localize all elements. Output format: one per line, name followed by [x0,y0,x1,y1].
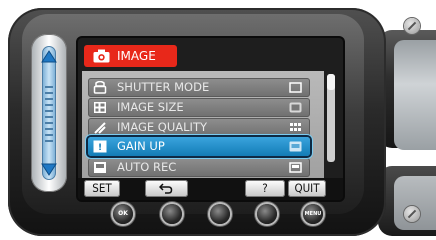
slider-ridge [45,104,53,106]
quit-button[interactable]: QUIT [288,180,326,197]
single-shot-icon [289,82,302,93]
menu-title: IMAGE [117,49,156,63]
arrow-down-icon[interactable] [41,162,57,176]
quality-value-icon [290,123,301,131]
arrow-up-icon[interactable] [41,50,57,64]
slider-ridge [45,128,53,130]
lcd-screen: IMAGE SHUTTER MODE IMAGE SIZE IMAGE QUAL… [78,38,343,200]
shutter-mode-icon [93,81,107,94]
menu-item-label: AUTO REC [117,160,177,174]
menu-item-image-quality[interactable]: IMAGE QUALITY [88,118,310,137]
scrollbar-thumb[interactable] [327,74,335,90]
auto-rec-icon [94,162,106,173]
screw-icon [404,18,420,34]
slider-ridge [45,116,53,118]
menu-item-gain-up[interactable]: ! GAIN UP [88,137,310,156]
hardware-button-3[interactable] [210,204,230,224]
menu-item-label: IMAGE QUALITY [117,120,207,134]
size-value-icon [289,102,302,113]
touch-slider[interactable] [31,34,67,192]
ok-button[interactable]: OK [113,204,133,224]
slider-ridge [45,98,53,100]
menu-title-tab: IMAGE [84,45,177,67]
menu-item-image-size[interactable]: IMAGE SIZE [88,98,310,117]
gain-up-icon: ! [93,140,107,153]
image-size-icon [94,102,106,113]
hinge-rim-top [394,40,436,150]
menu-item-shutter-mode[interactable]: SHUTTER MODE [88,78,310,97]
menu-item-label: SHUTTER MODE [117,80,210,94]
auto-rec-value-icon [289,162,302,173]
hinge-rim-bottom [394,176,436,230]
slider-ridge [45,140,53,142]
ok-label: OK [118,210,128,217]
menu-item-auto-rec[interactable]: AUTO REC [88,158,310,177]
hardware-button-2[interactable] [162,204,182,224]
hardware-button-4[interactable] [257,204,277,224]
screw-icon [404,206,420,222]
touch-button-bar: SET ? QUIT [78,178,343,200]
camcorder-panel: IMAGE SHUTTER MODE IMAGE SIZE IMAGE QUAL… [0,0,436,240]
menu-scrollbar[interactable] [327,74,335,162]
svg-text:!: ! [98,143,102,153]
gain-value-icon [289,141,302,152]
slider-ridge [45,92,53,94]
slider-ridge [45,122,53,124]
menu-button[interactable]: MENU [303,204,323,224]
slider-track[interactable] [42,46,56,180]
return-arrow-icon [159,183,173,194]
menu-item-label: IMAGE SIZE [117,100,184,114]
camera-icon [93,49,110,63]
quality-icon [94,122,106,134]
slider-ridge [45,86,53,88]
slider-ridge [45,110,53,112]
menu-label: MENU [304,211,322,217]
menu-item-label: GAIN UP [117,139,165,153]
slider-ridge [45,134,53,136]
back-button[interactable] [145,180,188,197]
set-button[interactable]: SET [84,180,120,197]
help-button[interactable]: ? [245,180,285,197]
